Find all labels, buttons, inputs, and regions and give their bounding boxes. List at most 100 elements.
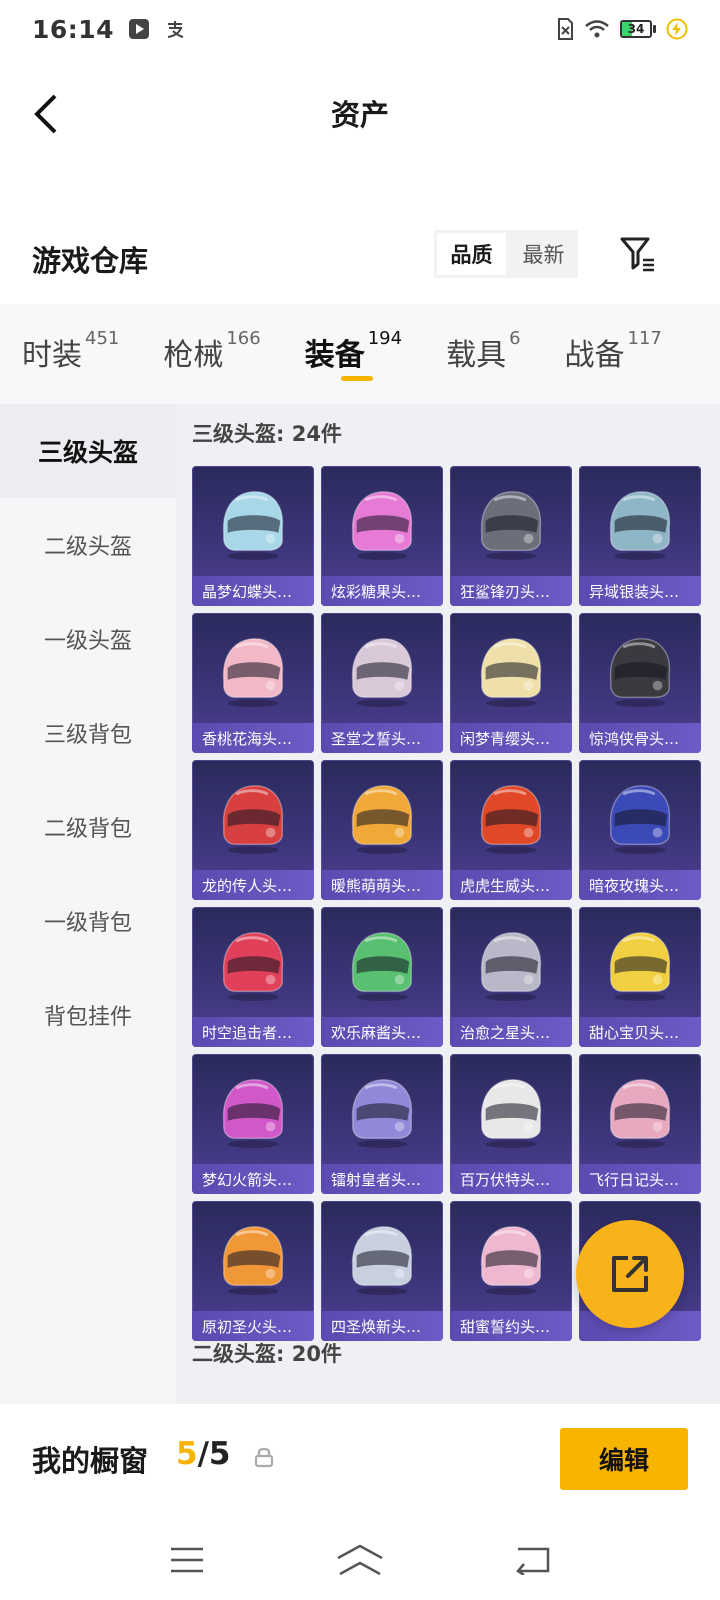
helmet-icon xyxy=(222,785,284,855)
helmet-icon xyxy=(609,932,671,1002)
helmet-item-card[interactable]: 异域银装头… xyxy=(579,466,701,606)
helmet-item-card[interactable]: 惊鸿侠骨头… xyxy=(579,613,701,753)
section-title: 二级头盔: 20件 xyxy=(192,1342,342,1366)
edit-button[interactable]: 编辑 xyxy=(560,1428,688,1490)
helmet-icon xyxy=(222,1079,284,1149)
active-tab-indicator xyxy=(340,376,373,381)
sort-newest-option[interactable]: 最新 xyxy=(509,230,578,278)
item-name: 镭射皇者头… xyxy=(321,1164,443,1194)
helmet-icon xyxy=(222,932,284,1002)
sidebar-item-level2-helmet[interactable]: 二级头盔 xyxy=(0,498,176,592)
sort-quality-option[interactable]: 品质 xyxy=(437,233,506,275)
item-name: 百万伏特头… xyxy=(450,1164,572,1194)
sidebar-item-level1-helmet[interactable]: 一级头盔 xyxy=(0,592,176,686)
item-name: 香桃花海头… xyxy=(192,723,314,753)
item-name: 虎虎生威头… xyxy=(450,870,572,900)
tab-count: 166 xyxy=(226,328,261,349)
helmet-icon xyxy=(609,785,671,855)
helmet-item-card[interactable]: 暖熊萌萌头… xyxy=(321,760,443,900)
helmet-item-card[interactable]: 欢乐麻酱头… xyxy=(321,907,443,1047)
helmet-icon xyxy=(222,638,284,708)
item-name: 炫彩糖果头… xyxy=(321,576,443,606)
item-name: 惊鸿侠骨头… xyxy=(579,723,701,753)
item-name: 飞行日记头… xyxy=(579,1164,701,1194)
helmet-item-card[interactable]: 四圣焕新头… xyxy=(321,1201,443,1341)
section-title: 三级头盔: 24件 xyxy=(192,422,342,446)
showcase-current: 5 xyxy=(176,1436,198,1472)
helmet-item-card[interactable]: 香桃花海头… xyxy=(192,613,314,753)
tab-supplies[interactable]: 战备 117 xyxy=(565,304,662,404)
item-name: 闲梦青缨头… xyxy=(450,723,572,753)
helmet-item-card[interactable]: 龙的传人头… xyxy=(192,760,314,900)
item-name: 梦幻火箭头… xyxy=(192,1164,314,1194)
alipay-icon xyxy=(164,18,186,40)
back-nav-button[interactable] xyxy=(498,1535,568,1585)
sidebar-item-level3-helmet[interactable]: 三级头盔 xyxy=(0,404,176,498)
sidebar-item-backpack-charm[interactable]: 背包挂件 xyxy=(0,968,176,1062)
filter-button[interactable] xyxy=(614,230,662,278)
helmet-item-card[interactable]: 原初圣火头… xyxy=(192,1201,314,1341)
sidebar-item-level3-backpack[interactable]: 三级背包 xyxy=(0,686,176,780)
helmet-item-card[interactable]: 狂鲨锋刃头… xyxy=(450,466,572,606)
system-nav-bar xyxy=(0,1520,720,1600)
helmet-item-card[interactable]: 甜蜜誓约头… xyxy=(450,1201,572,1341)
helmet-icon xyxy=(351,932,413,1002)
helmet-icon xyxy=(480,932,542,1002)
status-bar: 16:14 34 xyxy=(0,0,720,58)
helmet-item-card[interactable]: 甜心宝贝头… xyxy=(579,907,701,1047)
home-icon xyxy=(337,1544,383,1576)
tab-count: 451 xyxy=(85,328,120,349)
tab-label: 战备 xyxy=(564,338,625,373)
category-sidebar: 三级头盔 二级头盔 一级头盔 三级背包 二级背包 一级背包 背包挂件 xyxy=(0,404,176,1404)
helmet-icon xyxy=(222,1226,284,1296)
menu-button[interactable] xyxy=(152,1535,222,1585)
item-name: 暖熊萌萌头… xyxy=(321,870,443,900)
sim-icon xyxy=(556,18,574,40)
helmet-item-card[interactable]: 梦幻火箭头… xyxy=(192,1054,314,1194)
showcase-count: 5/5 xyxy=(176,1436,230,1472)
warehouse-row: 游戏仓库 品质 最新 xyxy=(0,222,720,298)
helmet-item-card[interactable]: 镭射皇者头… xyxy=(321,1054,443,1194)
home-button[interactable] xyxy=(325,1535,395,1585)
helmet-icon xyxy=(351,785,413,855)
category-tabs: 时装 451 枪械 166 装备 194 载具 6 战备 117 xyxy=(0,304,720,404)
tab-firearms[interactable]: 枪械 166 xyxy=(163,304,260,404)
sidebar-item-level1-backpack[interactable]: 一级背包 xyxy=(0,874,176,968)
page-title: 资产 xyxy=(330,98,389,132)
helmet-item-card[interactable]: 飞行日记头… xyxy=(579,1054,701,1194)
helmet-item-card[interactable]: 暗夜玫瑰头… xyxy=(579,760,701,900)
item-name: 暗夜玫瑰头… xyxy=(579,870,701,900)
helmet-item-card[interactable]: 时空追击者… xyxy=(192,907,314,1047)
helmet-item-card[interactable]: 炫彩糖果头… xyxy=(321,466,443,606)
return-icon xyxy=(516,1547,550,1575)
tab-label: 装备 xyxy=(304,338,365,373)
share-icon xyxy=(612,1256,648,1292)
helmet-icon xyxy=(351,1226,413,1296)
share-button[interactable] xyxy=(576,1220,684,1328)
tab-label: 时装 xyxy=(22,338,82,373)
tab-label: 枪械 xyxy=(163,338,224,373)
play-icon xyxy=(128,18,150,40)
sidebar-item-level2-backpack[interactable]: 二级背包 xyxy=(0,780,176,874)
helmet-item-card[interactable]: 晶梦幻蝶头… xyxy=(192,466,314,606)
header: 资产 xyxy=(0,58,720,168)
helmet-item-card[interactable]: 百万伏特头… xyxy=(450,1054,572,1194)
item-name: 欢乐麻酱头… xyxy=(321,1017,443,1047)
item-name: 龙的传人头… xyxy=(192,870,314,900)
helmet-icon xyxy=(609,491,671,561)
item-grid: 晶梦幻蝶头… 炫彩糖果头… 狂鲨锋刃头… 异域银装头… 香桃花海头… 圣堂之誓头… 闲梦青缨… xyxy=(192,466,701,1341)
helmet-item-card[interactable]: 圣堂之誓头… xyxy=(321,613,443,753)
helmet-icon xyxy=(609,638,671,708)
tab-equipment[interactable]: 装备 194 xyxy=(305,304,402,404)
wifi-icon xyxy=(584,19,610,39)
menu-icon xyxy=(170,1547,203,1573)
helmet-item-card[interactable]: 治愈之星头… xyxy=(450,907,572,1047)
tab-vehicles[interactable]: 载具 6 xyxy=(446,304,520,404)
tab-fashion[interactable]: 时装 451 xyxy=(22,304,119,404)
showcase-separator: / xyxy=(197,1436,209,1472)
helmet-icon xyxy=(480,1226,542,1296)
helmet-item-card[interactable]: 闲梦青缨头… xyxy=(450,613,572,753)
helmet-icon xyxy=(480,638,542,708)
helmet-item-card[interactable]: 虎虎生威头… xyxy=(450,760,572,900)
tab-count: 117 xyxy=(627,328,662,349)
